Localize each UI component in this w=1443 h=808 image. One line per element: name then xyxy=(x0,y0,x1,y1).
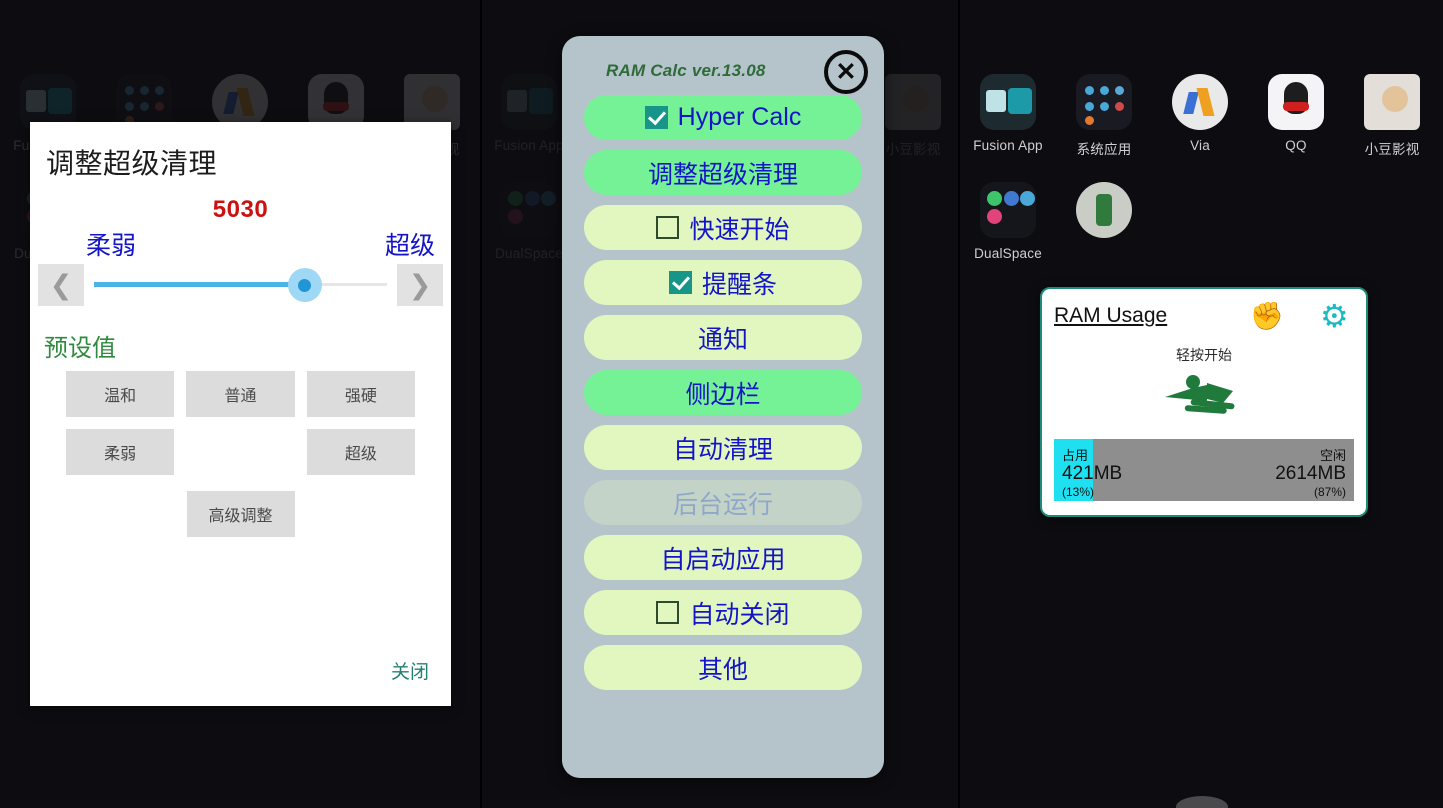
app-label: DualSpace xyxy=(974,246,1042,261)
app-via[interactable]: Via xyxy=(1152,74,1248,158)
menu-item-label: 其他 xyxy=(697,655,748,684)
checkbox-checked-icon[interactable] xyxy=(644,106,668,129)
ram-widget-hint: 轻按开始 xyxy=(1176,347,1232,363)
advanced-row: 高级调整 xyxy=(30,491,451,537)
slider-max-label: 超级 xyxy=(384,232,435,260)
menu-item-label: 侧边栏 xyxy=(685,380,761,409)
menu-item-label: 自动关闭 xyxy=(689,600,790,629)
slider-endpoint-labels: 柔弱 超级 xyxy=(30,224,451,262)
ram-usage-bar: 占用 421MB (13%) 空闲 2614MB (87%) xyxy=(1054,439,1354,501)
menu-item-6[interactable]: 自动清理 xyxy=(584,425,862,470)
flying-hero-icon xyxy=(1054,371,1354,415)
checkbox-checked-icon[interactable] xyxy=(668,271,692,294)
chevron-left-icon[interactable]: ❮ xyxy=(38,264,84,306)
menu-item-4[interactable]: 通知 xyxy=(584,315,862,360)
tune-super-clean-dialog: 调整超级清理 5030 柔弱 超级 ❮ ❯ 预设值 温和 普通 强硬 柔弱 超级… xyxy=(30,122,451,706)
menu-item-7: 后台运行 xyxy=(584,480,862,525)
menu-item-label: 通知 xyxy=(697,325,748,354)
app-label: Fusion App xyxy=(973,138,1043,153)
xiaodou-video-icon xyxy=(885,74,941,130)
fist-icon[interactable]: ✊ xyxy=(1250,299,1284,333)
close-circle-icon[interactable]: ✕ xyxy=(824,50,868,94)
app-row-2: DualSpace xyxy=(960,182,1443,261)
preset-button-grid: 温和 普通 强硬 柔弱 超级 xyxy=(30,363,451,475)
presets-heading: 预设值 xyxy=(44,335,116,362)
ram-free-label: 空闲 xyxy=(1319,448,1346,463)
menu-item-label: 快速开始 xyxy=(689,215,790,244)
preset-slot-empty xyxy=(186,429,294,475)
fusion-app-icon xyxy=(501,74,557,130)
app-qq[interactable]: QQ xyxy=(1248,74,1344,158)
ram-free-value: 2614MB xyxy=(1275,463,1346,484)
preset-button-super[interactable]: 超级 xyxy=(306,429,415,475)
menu-item-3[interactable]: 提醒条 xyxy=(584,260,862,305)
ram-calc-dialog: RAM Calc ver.13.08 ✕ Hyper Calc 调整超级清理 快速开… xyxy=(562,36,884,778)
menu-item-5[interactable]: 侧边栏 xyxy=(584,370,862,415)
preset-button-weak[interactable]: 柔弱 xyxy=(66,429,175,475)
ram-free-percent: (87%) xyxy=(1313,484,1346,499)
green-figure-icon xyxy=(1076,182,1132,238)
menu-item-8[interactable]: 自启动应用 xyxy=(584,535,862,580)
app-label: 小豆影视 xyxy=(1364,142,1420,157)
dialog-close-link[interactable]: 关闭 xyxy=(391,657,429,684)
slider-min-label: 柔弱 xyxy=(86,232,137,260)
ram-free-group: 空闲 2614MB (87%) xyxy=(1275,439,1346,501)
app-grid-right: Fusion App 系统应用 Via QQ 小豆影视 DualSpace xyxy=(960,74,1443,261)
app-fusion-app[interactable]: Fusion App xyxy=(960,74,1056,158)
menu-item-label: 自启动应用 xyxy=(660,545,786,574)
menu-item-label: 自动清理 xyxy=(672,435,773,464)
dualspace-icon xyxy=(501,182,557,238)
slider-thumb[interactable] xyxy=(287,268,322,302)
app-system-apps[interactable]: 系统应用 xyxy=(1056,74,1152,158)
panel-divider-2 xyxy=(958,0,960,808)
dualspace-icon xyxy=(980,182,1036,238)
menu-item-label: 提醒条 xyxy=(701,270,777,299)
menu-item-label: 调整超级清理 xyxy=(647,160,798,189)
qq-icon xyxy=(1268,74,1324,130)
preset-button-strong[interactable]: 强硬 xyxy=(306,371,415,417)
nav-handle[interactable] xyxy=(1175,796,1228,808)
panel-divider-1 xyxy=(480,0,482,808)
preset-button-normal[interactable]: 普通 xyxy=(186,371,295,417)
advanced-tuning-button[interactable]: 高级调整 xyxy=(186,491,295,537)
slider-input[interactable] xyxy=(94,264,387,306)
app-xiaodou[interactable]: 小豆影视 xyxy=(1344,74,1440,158)
menu-item-2[interactable]: 快速开始 xyxy=(584,205,862,250)
slider-row: ❮ ❯ xyxy=(30,264,451,306)
calc-menu-list: Hyper Calc 调整超级清理快速开始提醒条通知侧边栏自动清理后台运行自启动应… xyxy=(562,81,884,690)
menu-item-9[interactable]: 自动关闭 xyxy=(584,590,862,635)
checkbox-unchecked-icon[interactable] xyxy=(656,216,680,239)
ram-used-label: 占用 xyxy=(1062,448,1089,463)
via-browser-icon xyxy=(1172,74,1228,130)
app-label: Via xyxy=(1190,138,1210,153)
ram-widget-header: RAM Usage ✊ ⚙ xyxy=(1054,299,1354,333)
ram-usage-widget[interactable]: RAM Usage ✊ ⚙ 轻按开始 占用 421MB (13%) 空闲 261… xyxy=(1040,287,1368,517)
app-green-figure[interactable] xyxy=(1056,182,1152,261)
ram-used-group: 占用 421MB (13%) xyxy=(1062,439,1122,501)
ram-widget-title: RAM Usage xyxy=(1054,304,1168,327)
app-row-1: Fusion App 系统应用 Via QQ xyxy=(960,74,1443,158)
dialog-title: 调整超级清理 xyxy=(46,148,218,179)
slider-track-fill xyxy=(94,282,305,287)
app-label: 系统应用 xyxy=(1076,142,1132,157)
menu-item-10[interactable]: 其他 xyxy=(584,645,862,690)
preset-button-gentle[interactable]: 温和 xyxy=(66,371,175,417)
screen-root: Fusion App 系统应用 Via QQ xyxy=(0,0,1443,808)
ram-used-value: 421MB xyxy=(1062,463,1123,484)
ram-used-percent: (13%) xyxy=(1062,484,1095,499)
menu-item-label: Hyper Calc xyxy=(677,103,802,131)
checkbox-unchecked-icon[interactable] xyxy=(656,601,680,624)
menu-item-label: 后台运行 xyxy=(672,490,773,519)
system-apps-folder-icon xyxy=(1076,74,1132,130)
menu-item-0[interactable]: Hyper Calc xyxy=(584,95,862,140)
slider-value: 5030 xyxy=(212,196,269,223)
gear-icon[interactable]: ⚙ xyxy=(1320,299,1354,333)
app-label: QQ xyxy=(1285,138,1307,153)
menu-item-1[interactable]: 调整超级清理 xyxy=(584,150,862,195)
app-dualspace[interactable]: DualSpace xyxy=(960,182,1056,261)
fusion-app-icon xyxy=(980,74,1036,130)
chevron-right-icon[interactable]: ❯ xyxy=(397,264,443,306)
xiaodou-video-icon xyxy=(1364,74,1420,130)
